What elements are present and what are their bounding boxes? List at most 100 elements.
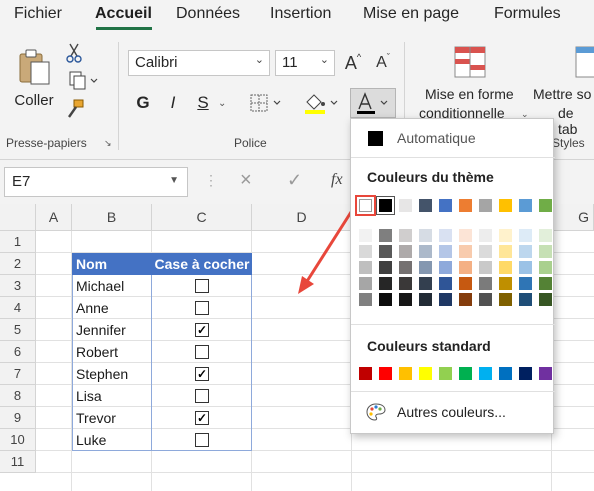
- theme-color-swatch[interactable]: [499, 199, 512, 212]
- theme-tint-swatch[interactable]: [499, 245, 512, 258]
- table-format-label-1[interactable]: Mettre so: [533, 86, 591, 102]
- table-cell-name[interactable]: Trevor: [72, 407, 152, 429]
- theme-tint-swatch[interactable]: [379, 261, 392, 274]
- theme-tint-swatch[interactable]: [479, 245, 492, 258]
- checkbox-unchecked[interactable]: [195, 389, 209, 403]
- clipboard-launcher-icon[interactable]: ↘: [104, 138, 112, 149]
- theme-tint-swatch[interactable]: [419, 277, 432, 290]
- theme-tint-swatch[interactable]: [399, 229, 412, 242]
- more-colors-option[interactable]: Autres couleurs...: [351, 397, 555, 427]
- row-header-3[interactable]: 3: [0, 275, 36, 297]
- theme-tint-swatch[interactable]: [479, 229, 492, 242]
- theme-tint-swatch[interactable]: [359, 245, 372, 258]
- theme-tint-swatch[interactable]: [359, 261, 372, 274]
- theme-tint-swatch[interactable]: [419, 229, 432, 242]
- table-cell-name[interactable]: Michael: [72, 275, 152, 297]
- column-header-b[interactable]: B: [72, 204, 152, 231]
- table-cell-name[interactable]: Stephen: [72, 363, 152, 385]
- theme-tint-swatch[interactable]: [519, 245, 532, 258]
- italic-button[interactable]: I: [162, 90, 184, 116]
- theme-color-swatch[interactable]: [399, 199, 412, 212]
- checkbox-unchecked[interactable]: [195, 345, 209, 359]
- theme-tint-swatch[interactable]: [359, 293, 372, 306]
- checkbox-checked[interactable]: ✓: [195, 367, 209, 381]
- standard-color-swatch[interactable]: [439, 367, 452, 380]
- theme-tint-swatch[interactable]: [359, 229, 372, 242]
- theme-tint-swatch[interactable]: [499, 261, 512, 274]
- cancel-icon[interactable]: ×: [240, 169, 252, 192]
- theme-tint-swatch[interactable]: [519, 229, 532, 242]
- theme-tint-swatch[interactable]: [439, 261, 452, 274]
- theme-tint-swatch[interactable]: [379, 277, 392, 290]
- theme-tint-swatch[interactable]: [539, 261, 552, 274]
- theme-tint-swatch[interactable]: [539, 229, 552, 242]
- theme-tint-swatch[interactable]: [459, 293, 472, 306]
- theme-tint-swatch[interactable]: [379, 245, 392, 258]
- tab-fichier[interactable]: Fichier: [14, 5, 62, 23]
- checkbox-unchecked[interactable]: [195, 433, 209, 447]
- standard-color-swatch[interactable]: [379, 367, 392, 380]
- chevron-down-icon[interactable]: ⌄: [218, 98, 226, 109]
- theme-tint-swatch[interactable]: [519, 277, 532, 290]
- row-header-5[interactable]: 5: [0, 319, 36, 341]
- checkbox-unchecked[interactable]: [195, 279, 209, 293]
- theme-tint-swatch[interactable]: [499, 277, 512, 290]
- tab-formules[interactable]: Formules: [494, 5, 561, 23]
- theme-tint-swatch[interactable]: [379, 229, 392, 242]
- theme-tint-swatch[interactable]: [439, 245, 452, 258]
- theme-tint-swatch[interactable]: [419, 293, 432, 306]
- standard-color-swatch[interactable]: [539, 367, 552, 380]
- theme-color-swatch[interactable]: [419, 199, 432, 212]
- grow-font-button[interactable]: A ^: [342, 50, 364, 76]
- row-header-9[interactable]: 9: [0, 407, 36, 429]
- theme-tint-swatch[interactable]: [479, 277, 492, 290]
- theme-tint-swatch[interactable]: [419, 261, 432, 274]
- theme-tint-swatch[interactable]: [539, 293, 552, 306]
- theme-tint-swatch[interactable]: [459, 245, 472, 258]
- theme-tint-swatch[interactable]: [459, 229, 472, 242]
- theme-tint-swatch[interactable]: [439, 293, 452, 306]
- font-size-combo[interactable]: 11 ⌄: [275, 50, 335, 76]
- table-cell-name[interactable]: Luke: [72, 429, 152, 451]
- checkbox-unchecked[interactable]: [195, 301, 209, 315]
- tab-accueil[interactable]: Accueil: [95, 5, 152, 23]
- cut-button[interactable]: [64, 42, 84, 64]
- theme-tint-swatch[interactable]: [459, 261, 472, 274]
- theme-tint-swatch[interactable]: [439, 229, 452, 242]
- row-header-10[interactable]: 10: [0, 429, 36, 451]
- theme-tint-swatch[interactable]: [479, 261, 492, 274]
- column-header-c[interactable]: C: [152, 204, 252, 231]
- tab-insertion[interactable]: Insertion: [270, 5, 331, 23]
- row-header-11[interactable]: 11: [0, 451, 36, 473]
- column-header-g[interactable]: G: [552, 204, 594, 231]
- standard-color-swatch[interactable]: [399, 367, 412, 380]
- confirm-icon[interactable]: ✓: [287, 170, 302, 191]
- table-format-label-2[interactable]: de tab: [558, 105, 594, 137]
- fx-icon[interactable]: fx: [331, 171, 343, 189]
- checkbox-checked[interactable]: ✓: [195, 411, 209, 425]
- row-header-4[interactable]: 4: [0, 297, 36, 319]
- bold-button[interactable]: G: [132, 90, 154, 116]
- font-name-combo[interactable]: Calibri ⌄: [128, 50, 270, 76]
- shrink-font-button[interactable]: Aˇ: [372, 50, 394, 76]
- theme-tint-swatch[interactable]: [479, 293, 492, 306]
- conditional-format-label-1[interactable]: Mise en forme: [425, 86, 514, 102]
- borders-button[interactable]: [246, 90, 286, 116]
- paste-button[interactable]: Coller: [12, 42, 56, 114]
- name-box[interactable]: E7 ▼: [4, 167, 188, 197]
- theme-color-swatch[interactable]: [479, 199, 492, 212]
- automatic-color-option[interactable]: Automatique: [351, 119, 555, 157]
- row-header-6[interactable]: 6: [0, 341, 36, 363]
- format-painter-button[interactable]: [64, 98, 86, 122]
- standard-color-swatch[interactable]: [359, 367, 372, 380]
- theme-tint-swatch[interactable]: [379, 293, 392, 306]
- standard-color-swatch[interactable]: [519, 367, 532, 380]
- table-cell-name[interactable]: Robert: [72, 341, 152, 363]
- standard-color-swatch[interactable]: [459, 367, 472, 380]
- row-header-2[interactable]: 2: [0, 253, 36, 275]
- row-header-8[interactable]: 8: [0, 385, 36, 407]
- fill-color-button[interactable]: [300, 90, 344, 116]
- theme-tint-swatch[interactable]: [499, 293, 512, 306]
- theme-tint-swatch[interactable]: [359, 277, 372, 290]
- theme-color-swatch[interactable]: [519, 199, 532, 212]
